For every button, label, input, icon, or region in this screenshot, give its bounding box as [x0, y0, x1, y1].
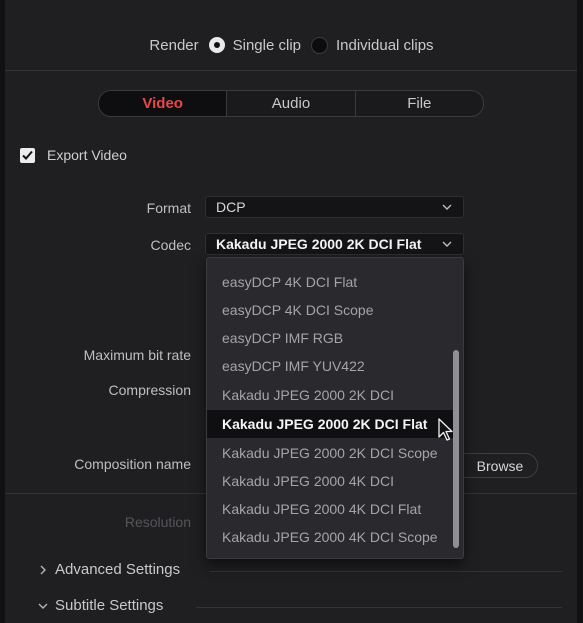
codec-dropdown-menu: easyDCP 4K DCI Flat easyDCP 4K DCI Scope… [206, 257, 464, 559]
panel-edge-right [577, 0, 583, 623]
section-rule [210, 571, 562, 572]
codec-option[interactable]: easyDCP IMF YUV422 [207, 352, 453, 380]
checkmark-icon [22, 150, 33, 160]
compression-label: Compression [108, 382, 191, 398]
codec-select[interactable]: Kakadu JPEG 2000 2K DCI Flat [205, 233, 464, 255]
tab-video[interactable]: Video [99, 91, 228, 116]
chevron-right-icon [37, 564, 51, 576]
panel-edge-left [0, 0, 5, 623]
codec-option[interactable]: easyDCP 4K DCI Flat [207, 268, 453, 296]
codec-value: Kakadu JPEG 2000 2K DCI Flat [216, 236, 422, 252]
render-label: Render [149, 36, 199, 54]
format-label: Format [146, 200, 191, 216]
advanced-settings-label: Advanced Settings [55, 561, 181, 578]
single-clip-label[interactable]: Single clip [233, 37, 301, 54]
render-settings-panel: Render Single clip Individual clips Vide… [0, 0, 583, 623]
advanced-settings-toggle[interactable]: Advanced Settings [37, 561, 180, 578]
chevron-down-icon [442, 204, 452, 210]
chevron-down-icon [442, 241, 452, 247]
dropdown-scrollbar[interactable] [453, 350, 459, 548]
divider [5, 70, 577, 71]
max-bitrate-label: Maximum bit rate [83, 347, 191, 363]
settings-tabs: Video Audio File [98, 90, 484, 117]
codec-option[interactable]: easyDCP IMF RGB [207, 324, 453, 352]
tab-audio[interactable]: Audio [227, 91, 356, 116]
individual-clips-label[interactable]: Individual clips [336, 37, 434, 54]
individual-clips-radio[interactable] [311, 36, 328, 54]
codec-option[interactable]: Kakadu JPEG 2000 4K DCI Flat [207, 495, 453, 523]
mouse-pointer-icon [438, 418, 453, 441]
codec-option[interactable]: Kakadu JPEG 2000 2K DCI Scope [207, 439, 453, 467]
codec-option[interactable]: easyDCP 4K DCI Scope [207, 296, 453, 324]
composition-name-label: Composition name [74, 456, 191, 472]
section-rule [196, 607, 562, 608]
export-video-checkbox[interactable] [20, 147, 35, 163]
chevron-down-icon [37, 600, 51, 612]
codec-option[interactable]: Kakadu JPEG 2000 2K DCI [207, 381, 453, 409]
render-mode-row: Render Single clip Individual clips [0, 32, 583, 58]
export-video-row: Export Video [20, 147, 127, 163]
codec-option[interactable]: Kakadu JPEG 2000 4K DCI [207, 467, 453, 495]
format-select[interactable]: DCP [205, 196, 464, 218]
resolution-label: Resolution [124, 514, 191, 530]
codec-label: Codec [150, 237, 191, 253]
single-clip-radio[interactable] [208, 37, 225, 53]
subtitle-settings-label: Subtitle Settings [55, 597, 164, 614]
browse-button[interactable]: Browse [452, 453, 538, 478]
subtitle-settings-toggle[interactable]: Subtitle Settings [37, 597, 163, 614]
format-value: DCP [216, 199, 246, 215]
codec-option-selected[interactable]: Kakadu JPEG 2000 2K DCI Flat [207, 410, 453, 438]
export-video-label: Export Video [47, 147, 127, 163]
codec-option[interactable]: Kakadu JPEG 2000 4K DCI Scope [207, 523, 453, 551]
tab-file[interactable]: File [356, 91, 483, 116]
